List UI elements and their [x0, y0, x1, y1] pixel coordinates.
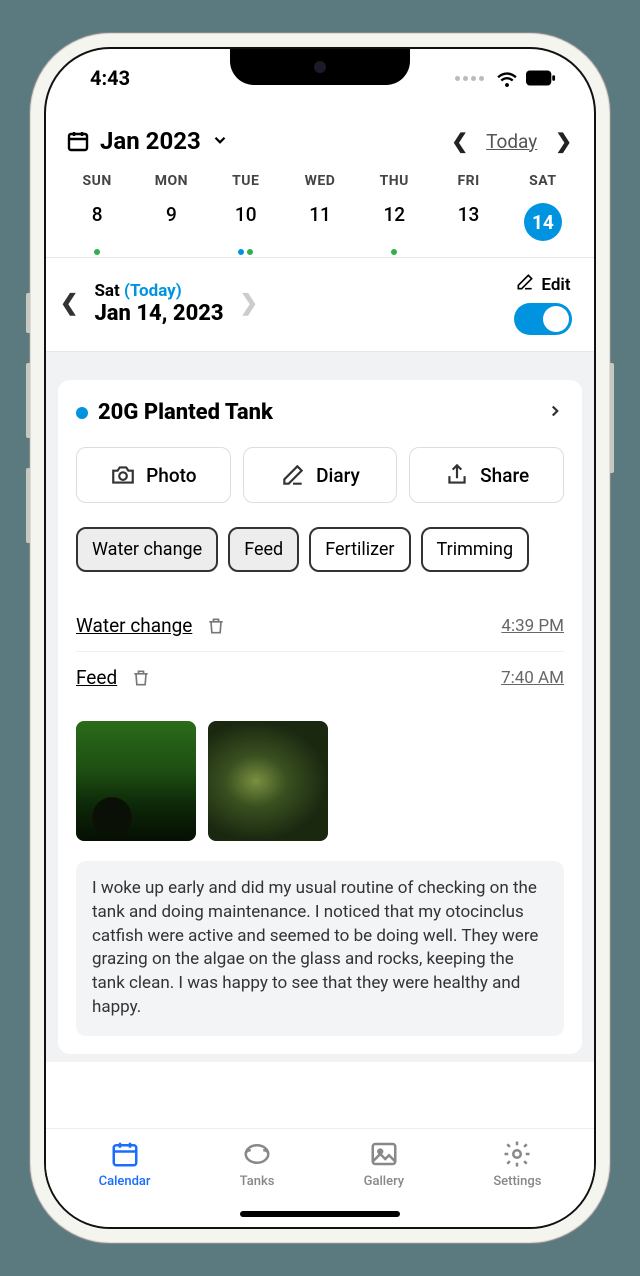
- tag-button[interactable]: Trimming: [421, 527, 530, 572]
- cell-dots-icon: [455, 76, 484, 81]
- edit-toggle[interactable]: [514, 303, 572, 335]
- clock: 4:43: [90, 66, 130, 90]
- diary-entry[interactable]: I woke up early and did my usual routine…: [76, 861, 564, 1036]
- day-header: ❮ Sat (Today) Jan 14, 2023 ❯ Edit: [46, 258, 594, 351]
- trash-icon[interactable]: [206, 616, 226, 636]
- weekday: THU: [357, 173, 431, 189]
- tank-card: 20G Planted Tank Photo Diary: [58, 380, 582, 1054]
- date-cell[interactable]: 8: [60, 203, 134, 257]
- log-label[interactable]: Water change: [76, 614, 192, 637]
- date-cell[interactable]: 9: [134, 203, 208, 257]
- share-label: Share: [480, 464, 529, 487]
- day-weekday: Sat: [94, 281, 119, 301]
- date-cell[interactable]: 14: [506, 203, 580, 257]
- tab-label: Settings: [493, 1174, 541, 1189]
- weekday: SAT: [506, 173, 580, 189]
- month-label: Jan 2023: [100, 127, 201, 155]
- weekday: FRI: [431, 173, 505, 189]
- calendar-icon: [110, 1139, 140, 1169]
- log-time[interactable]: 7:40 AM: [501, 668, 564, 688]
- tank-color-dot: [76, 407, 88, 419]
- tank-header[interactable]: 20G Planted Tank: [76, 400, 564, 425]
- calendar-icon: [66, 129, 90, 153]
- chevron-down-icon: [211, 127, 229, 155]
- weekday: TUE: [209, 173, 283, 189]
- device-frame: 4:43 Jan 2023: [30, 33, 610, 1243]
- chevron-right-icon: [546, 402, 564, 424]
- tag-button[interactable]: Fertilizer: [309, 527, 410, 572]
- log-label[interactable]: Feed: [76, 666, 117, 689]
- tab-label: Gallery: [364, 1174, 405, 1189]
- share-icon: [444, 462, 470, 488]
- tab-settings[interactable]: Settings: [493, 1139, 541, 1227]
- date-cell[interactable]: 13: [431, 203, 505, 257]
- calendar-header: Jan 2023 ❮ Today ❯: [46, 107, 594, 173]
- date-cell[interactable]: 10: [209, 203, 283, 257]
- tag-button[interactable]: Feed: [228, 527, 299, 572]
- weekday: SUN: [60, 173, 134, 189]
- diary-label: Diary: [316, 464, 360, 487]
- tag-row: Water changeFeedFertilizerTrimming: [76, 527, 564, 572]
- next-day-button[interactable]: ❯: [240, 291, 258, 316]
- date-cell[interactable]: 12: [357, 203, 431, 257]
- log-time[interactable]: 4:39 PM: [501, 616, 564, 636]
- date-cell[interactable]: 11: [283, 203, 357, 257]
- today-label: (Today): [124, 281, 182, 301]
- gallery-icon: [369, 1139, 399, 1169]
- dates-row: 891011121314: [46, 203, 594, 257]
- weekday: MON: [134, 173, 208, 189]
- trash-icon[interactable]: [131, 668, 151, 688]
- tab-calendar[interactable]: Calendar: [99, 1139, 151, 1227]
- prev-day-button[interactable]: ❮: [60, 291, 78, 316]
- battery-icon: [526, 70, 556, 86]
- home-indicator[interactable]: [240, 1211, 400, 1217]
- tank-icon: [242, 1139, 272, 1169]
- day-date: Jan 14, 2023: [94, 301, 223, 326]
- pencil-icon: [280, 462, 306, 488]
- tab-label: Calendar: [99, 1174, 151, 1189]
- diary-button[interactable]: Diary: [243, 447, 398, 503]
- photo-thumbnail[interactable]: [76, 721, 196, 841]
- share-button[interactable]: Share: [409, 447, 564, 503]
- screen: 4:43 Jan 2023: [44, 47, 596, 1229]
- camera-icon: [110, 462, 136, 488]
- edit-icon: [515, 272, 535, 297]
- edit-label: Edit: [541, 275, 570, 295]
- weekday: WED: [283, 173, 357, 189]
- photo-thumbnail[interactable]: [208, 721, 328, 841]
- weekday-row: SUN MON TUE WED THU FRI SAT: [46, 173, 594, 189]
- tag-button[interactable]: Water change: [76, 527, 218, 572]
- photo-label: Photo: [146, 464, 196, 487]
- gear-icon: [502, 1139, 532, 1169]
- next-week-button[interactable]: ❯: [555, 129, 572, 153]
- tank-name: 20G Planted Tank: [98, 400, 273, 425]
- month-selector[interactable]: Jan 2023: [66, 127, 229, 155]
- wifi-icon: [496, 69, 518, 87]
- photo-button[interactable]: Photo: [76, 447, 231, 503]
- today-button[interactable]: Today: [486, 130, 537, 153]
- log-row: Feed 7:40 AM: [76, 651, 564, 703]
- notch: [230, 49, 410, 85]
- prev-week-button[interactable]: ❮: [451, 129, 468, 153]
- tab-label: Tanks: [240, 1174, 275, 1189]
- content-area: 20G Planted Tank Photo Diary: [46, 352, 594, 1062]
- log-row: Water change 4:39 PM: [76, 600, 564, 651]
